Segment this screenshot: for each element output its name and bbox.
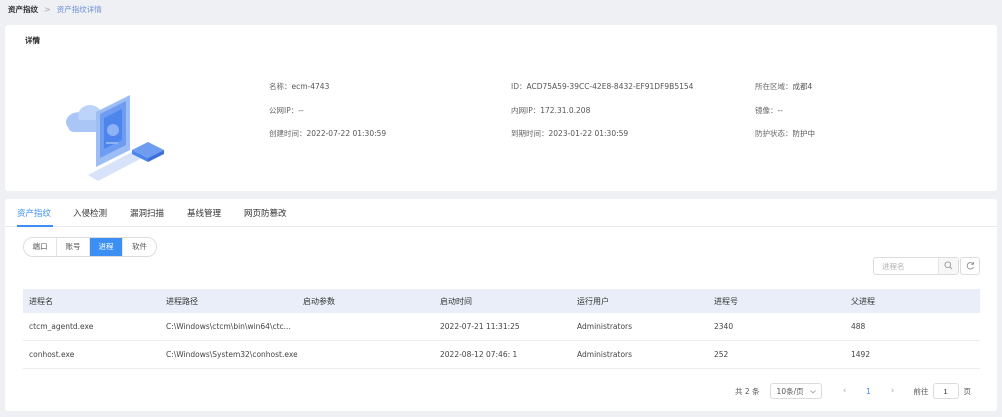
goto-label: 前往 bbox=[913, 386, 929, 396]
cell-parent-process: 488 bbox=[851, 322, 866, 331]
cell-run-user: Administrators bbox=[577, 350, 633, 359]
table-row: conhost.exe C:\Windows\System32\conhost.… bbox=[23, 341, 980, 369]
page-number-current[interactable]: 1 bbox=[860, 387, 878, 396]
expires-label: 到期时间： bbox=[511, 129, 549, 138]
info-private-ip: 内网IP：172.31.0.208 bbox=[511, 105, 590, 116]
active-tab-indicator bbox=[17, 225, 53, 227]
breadcrumb: 资产指纹 > 资产指纹详情 bbox=[8, 4, 102, 14]
segment-port[interactable]: 端口 bbox=[24, 238, 57, 256]
info-protection: 防护状态：防护中 bbox=[755, 128, 815, 139]
pagination: 共 2 条 10条/页 ‹ 1 › 前往 页 bbox=[735, 382, 971, 400]
cell-run-user: Administrators bbox=[577, 322, 633, 331]
detail-title: 详情 bbox=[25, 36, 40, 45]
col-run-user: 运行用户 bbox=[577, 296, 609, 306]
col-start-args: 启动参数 bbox=[303, 296, 335, 306]
col-process-name: 进程名 bbox=[29, 296, 53, 306]
cell-pid: 2340 bbox=[714, 322, 734, 331]
page-size-select[interactable]: 10条/页 bbox=[769, 383, 822, 399]
goto-page-input[interactable] bbox=[932, 383, 959, 399]
next-page-button[interactable]: › bbox=[884, 386, 902, 396]
detail-tabs: 资产指纹 入侵检测 漏洞扫描 基线管理 网页防篡改 bbox=[5, 199, 997, 227]
cell-pid: 252 bbox=[714, 350, 729, 359]
col-process-path: 进程路径 bbox=[166, 296, 198, 306]
info-expires: 到期时间：2023-01-22 01:30:59 bbox=[511, 128, 628, 139]
private-ip-value: 172.31.0.208 bbox=[540, 106, 591, 115]
breadcrumb-separator: > bbox=[44, 4, 51, 14]
col-start-time: 启动时间 bbox=[440, 296, 472, 306]
table-row: ctcm_agentd.exe C:\Windows\ctcm\bin\win6… bbox=[23, 313, 980, 341]
process-list-card: 资产指纹 入侵检测 漏洞扫描 基线管理 网页防篡改 端口 账号 进程 软件 进程… bbox=[5, 199, 997, 411]
refresh-icon bbox=[966, 261, 975, 272]
process-search bbox=[873, 257, 959, 275]
info-region: 所在区域：成都4 bbox=[755, 81, 812, 92]
public-ip-label: 公网IP： bbox=[269, 106, 299, 115]
name-value: ecm-4743 bbox=[291, 82, 330, 91]
name-label: 名称： bbox=[269, 82, 292, 91]
col-parent-process: 父进程 bbox=[851, 296, 875, 306]
table-header: 进程名 进程路径 启动参数 启动时间 运行用户 进程号 父进程 bbox=[23, 289, 980, 313]
info-public-ip: 公网IP：-- bbox=[269, 105, 304, 116]
tab-vulnerability-scan[interactable]: 漏洞扫描 bbox=[130, 207, 164, 219]
cell-process-name: ctcm_agentd.exe bbox=[29, 322, 94, 331]
protection-value: 防护中 bbox=[792, 129, 816, 138]
server-illustration-icon bbox=[60, 90, 170, 185]
image-label: 镜像： bbox=[755, 106, 778, 115]
id-value: ACD75A59-39CC-42E8-8432-EF91DF9B5154 bbox=[526, 82, 694, 91]
breadcrumb-current: 资产指纹详情 bbox=[56, 4, 102, 14]
cell-start-time: 2022-08-12 07:46: 1 bbox=[440, 350, 518, 359]
id-label: ID： bbox=[511, 82, 527, 91]
cell-parent-process: 1492 bbox=[851, 350, 871, 359]
refresh-button[interactable] bbox=[960, 257, 980, 275]
info-id: ID：ACD75A59-39CC-42E8-8432-EF91DF9B5154 bbox=[511, 81, 693, 92]
info-name: 名称：ecm-4743 bbox=[269, 81, 329, 92]
cell-process-path: C:\Windows\ctcm\bin\win64\ctc... bbox=[166, 322, 291, 331]
search-icon bbox=[944, 260, 953, 272]
protection-label: 防护状态： bbox=[755, 129, 793, 138]
segment-account[interactable]: 账号 bbox=[57, 238, 90, 256]
cell-process-name: conhost.exe bbox=[29, 350, 75, 359]
search-button[interactable] bbox=[938, 258, 958, 274]
pagination-total: 共 2 条 bbox=[735, 386, 760, 396]
tab-asset-fingerprint[interactable]: 资产指纹 bbox=[17, 207, 51, 219]
cell-process-path: C:\Windows\System32\conhost.exe bbox=[166, 350, 297, 359]
segment-process[interactable]: 进程 bbox=[90, 238, 123, 256]
expires-value: 2023-01-22 01:30:59 bbox=[548, 129, 629, 138]
created-value: 2022-07-22 01:30:59 bbox=[306, 129, 387, 138]
chevron-down-icon bbox=[809, 387, 816, 396]
search-input[interactable] bbox=[874, 258, 938, 274]
page-suffix: 页 bbox=[963, 386, 972, 396]
image-value: -- bbox=[777, 106, 783, 115]
tab-intrusion-detection[interactable]: 入侵检测 bbox=[73, 207, 107, 219]
tab-baseline-management[interactable]: 基线管理 bbox=[187, 207, 221, 219]
created-label: 创建时间： bbox=[269, 129, 307, 138]
prev-page-button[interactable]: ‹ bbox=[836, 386, 854, 396]
chevron-right-icon: › bbox=[890, 386, 895, 396]
process-table: 进程名 进程路径 启动参数 启动时间 运行用户 进程号 父进程 ctcm_age… bbox=[23, 289, 980, 369]
region-label: 所在区域： bbox=[755, 82, 793, 91]
col-pid: 进程号 bbox=[714, 296, 738, 306]
public-ip-value: -- bbox=[298, 106, 304, 115]
cell-start-time: 2022-07-21 11:31:25 bbox=[440, 322, 520, 331]
info-created: 创建时间：2022-07-22 01:30:59 bbox=[269, 128, 386, 139]
info-image: 镜像：-- bbox=[755, 105, 783, 116]
breadcrumb-root-link[interactable]: 资产指纹 bbox=[8, 4, 38, 15]
private-ip-label: 内网IP： bbox=[511, 106, 541, 115]
asset-type-segment: 端口 账号 进程 软件 bbox=[23, 237, 157, 257]
chevron-left-icon: ‹ bbox=[842, 386, 847, 396]
segment-software[interactable]: 软件 bbox=[123, 238, 156, 256]
detail-card: 详情 名称：ecm-4743 ID：ACD75A59-39CC-42E8-843… bbox=[5, 25, 997, 191]
page-size-value: 10条/页 bbox=[776, 386, 804, 396]
tab-web-tamper-protection[interactable]: 网页防篡改 bbox=[244, 207, 287, 219]
region-value: 成都4 bbox=[792, 82, 813, 91]
